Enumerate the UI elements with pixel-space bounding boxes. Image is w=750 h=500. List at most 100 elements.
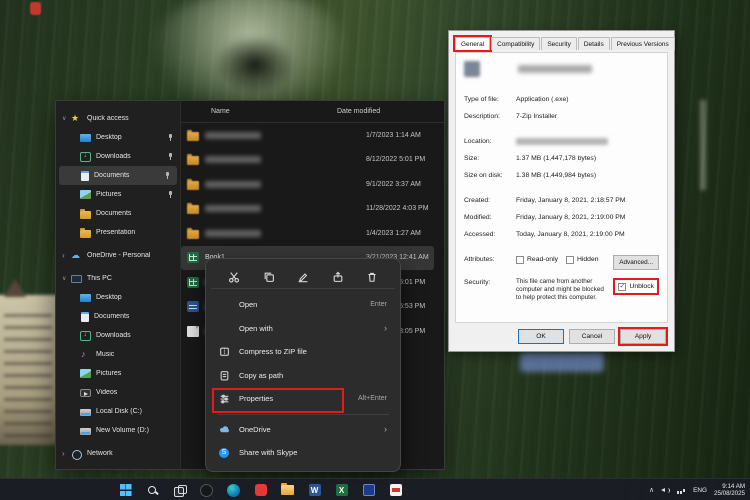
unblock-checkbox[interactable]	[618, 282, 627, 291]
sidebar-item-this-pc[interactable]: This PC	[56, 269, 180, 288]
file-name-redacted	[518, 65, 592, 73]
disk-drive-icon	[80, 409, 91, 416]
tab-general[interactable]: General	[452, 35, 493, 52]
tab-details[interactable]: Details	[577, 37, 610, 50]
tray-time: 9:14 AM	[722, 482, 745, 490]
field-value: 7-Zip Installer	[516, 113, 558, 120]
search-icon[interactable]	[145, 483, 160, 498]
file-row[interactable]: 11/28/2022 4:03 PM	[181, 197, 444, 222]
field-value: 1.37 MB (1,447,178 bytes)	[516, 155, 597, 162]
star-icon	[71, 113, 82, 124]
sidebar-item-label: OneDrive - Personal	[87, 252, 151, 259]
share-icon[interactable]	[331, 270, 345, 284]
sidebar-item-pc-documents[interactable]: Documents	[56, 307, 180, 326]
sidebar-item-network[interactable]: Network	[56, 444, 180, 463]
app-icon-dark[interactable]	[199, 483, 214, 498]
menu-item-open-with[interactable]: Open with ›	[211, 317, 395, 341]
file-row[interactable]: 1/4/2023 1:27 AM	[181, 221, 444, 246]
sidebar-item-new-volume-d[interactable]: New Volume (D:)	[56, 421, 180, 440]
file-explorer-icon[interactable]	[280, 483, 295, 498]
dialog-buttons: OK Cancel Apply	[518, 327, 668, 346]
folder-icon	[80, 208, 91, 219]
sidebar-item-presentation[interactable]: Presentation	[56, 223, 180, 242]
start-button[interactable]	[118, 483, 133, 498]
sidebar-item-pc-downloads[interactable]: Downloads	[56, 326, 180, 345]
copy-icon[interactable]	[262, 270, 276, 284]
menu-item-onedrive[interactable]: OneDrive ›	[211, 418, 395, 442]
separator	[464, 246, 659, 247]
sidebar-item-label: Documents	[94, 313, 130, 320]
tab-security[interactable]: Security	[541, 37, 577, 50]
chevron-down-icon[interactable]	[62, 275, 71, 282]
chevron-right-icon[interactable]	[62, 449, 71, 458]
background-castle	[0, 279, 60, 445]
apply-button[interactable]: Apply	[618, 327, 668, 346]
app-icon-white-red[interactable]	[388, 483, 403, 498]
readonly-checkbox[interactable]	[516, 255, 524, 264]
sidebar-item-pc-desktop[interactable]: Desktop	[56, 288, 180, 307]
rename-icon[interactable]	[296, 270, 310, 284]
type-of-file-row: Type of file: Application (.exe)	[456, 95, 667, 104]
edge-browser-icon[interactable]	[226, 483, 241, 498]
menu-item-open[interactable]: Open Enter	[211, 293, 395, 317]
task-view-icon[interactable]	[172, 483, 187, 498]
cut-icon[interactable]	[227, 270, 241, 284]
menu-shortcut: Enter	[370, 301, 387, 309]
checkbox-label: Hidden	[576, 256, 599, 263]
system-tray: ENG 9:14 AM 25/08/2025	[649, 479, 745, 500]
sidebar-item-music[interactable]: Music	[56, 345, 180, 364]
videos-icon	[80, 389, 91, 397]
sidebar-item-documents[interactable]: Documents	[59, 166, 177, 185]
sidebar-item-label: New Volume (D:)	[96, 427, 149, 434]
excel-icon[interactable]	[334, 483, 349, 498]
tray-overflow-chevron-icon[interactable]	[649, 486, 654, 494]
speaker-icon[interactable]	[661, 486, 670, 495]
redacted-file-name	[205, 229, 261, 237]
advanced-button[interactable]: Advanced...	[613, 255, 659, 270]
readonly-checkbox-group[interactable]: Read-only	[516, 255, 558, 264]
hidden-checkbox[interactable]	[565, 255, 574, 264]
menu-item-share-skype[interactable]: Share with Skype	[211, 441, 395, 465]
ok-button[interactable]: OK	[518, 329, 564, 344]
app-icon-red[interactable]	[253, 483, 268, 498]
hidden-checkbox-group[interactable]: Hidden	[565, 255, 599, 264]
sidebar-item-videos[interactable]: Videos	[56, 383, 180, 402]
column-header-date-modified[interactable]: Date modified	[333, 108, 380, 115]
unblock-checkbox-group[interactable]: Unblock	[613, 278, 659, 295]
sidebar-item-onedrive[interactable]: OneDrive - Personal	[56, 246, 180, 265]
menu-item-properties[interactable]: Properties Alt+Enter	[211, 387, 395, 413]
clock[interactable]: 9:14 AM 25/08/2025	[714, 483, 745, 498]
field-value: 1.38 MB (1,449,984 bytes)	[516, 172, 597, 179]
network-icon	[71, 449, 82, 460]
sidebar-item-label: Quick access	[87, 115, 129, 122]
chevron-right-icon[interactable]	[62, 251, 71, 260]
modified-row: Modified: Friday, January 8, 2021, 2:19:…	[456, 213, 667, 222]
network-signal-icon[interactable]	[677, 486, 686, 495]
explorer-sidebar: Quick access Desktop Downloads Documents…	[56, 101, 181, 469]
file-row[interactable]: 1/7/2023 1:14 AM	[181, 123, 444, 148]
field-value: Friday, January 8, 2021, 2:19:00 PM	[516, 214, 626, 221]
column-header-name[interactable]: Name	[181, 108, 333, 115]
sidebar-item-quick-access[interactable]: Quick access	[56, 109, 180, 128]
language-indicator[interactable]: ENG	[693, 487, 707, 494]
app-icon-blue[interactable]	[361, 483, 376, 498]
sidebar-item-downloads[interactable]: Downloads	[56, 147, 180, 166]
desktop: Quick access Desktop Downloads Documents…	[0, 0, 750, 500]
tab-previous-versions[interactable]: Previous Versions	[610, 37, 675, 50]
sidebar-item-local-disk-c[interactable]: Local Disk (C:)	[56, 402, 180, 421]
sidebar-item-pictures[interactable]: Pictures	[56, 185, 180, 204]
sidebar-item-documents-folder[interactable]: Documents	[56, 204, 180, 223]
menu-item-copy-as-path[interactable]: Copy as path	[211, 364, 395, 388]
menu-item-label: Open	[239, 300, 258, 310]
sidebar-item-pc-pictures[interactable]: Pictures	[56, 364, 180, 383]
field-label: Modified:	[464, 214, 492, 221]
word-icon[interactable]	[307, 483, 322, 498]
file-row[interactable]: 8/12/2022 5:01 PM	[181, 148, 444, 173]
chevron-down-icon[interactable]	[62, 115, 71, 122]
menu-item-compress-zip[interactable]: Compress to ZIP file	[211, 340, 395, 364]
sidebar-item-desktop[interactable]: Desktop	[56, 128, 180, 147]
tab-compatibility[interactable]: Compatibility	[491, 37, 541, 50]
file-row[interactable]: 9/1/2022 3:37 AM	[181, 172, 444, 197]
cancel-button[interactable]: Cancel	[569, 329, 615, 344]
delete-icon[interactable]	[365, 270, 379, 284]
